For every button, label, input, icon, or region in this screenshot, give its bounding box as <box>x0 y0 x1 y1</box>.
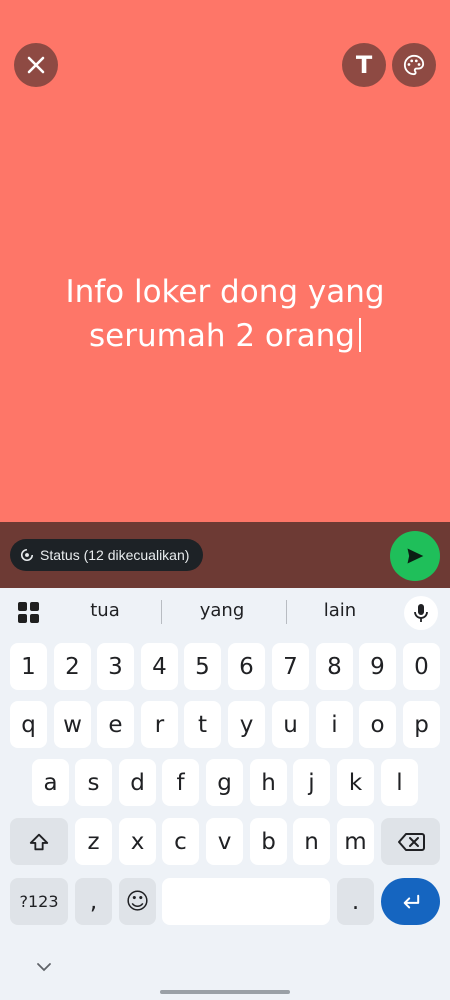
close-button[interactable] <box>14 43 58 87</box>
text-style-icon: T <box>355 51 373 79</box>
close-icon <box>27 56 45 74</box>
privacy-icon <box>20 548 34 562</box>
key-u[interactable]: u <box>272 701 309 748</box>
text-cursor <box>358 318 361 352</box>
send-icon <box>407 548 424 564</box>
backspace-icon <box>397 832 425 851</box>
key-b[interactable]: b <box>250 818 287 865</box>
key-j[interactable]: j <box>293 759 330 806</box>
enter-key[interactable] <box>381 878 440 925</box>
suggestion-divider <box>161 600 162 624</box>
key-o[interactable]: o <box>359 701 396 748</box>
palette-icon <box>403 54 425 76</box>
suggestion-divider <box>286 600 287 624</box>
status-audience-label: Status (12 dikecualikan) <box>40 547 190 563</box>
key-a[interactable]: a <box>32 759 69 806</box>
emoji-icon: ☺ <box>125 888 150 915</box>
key-1[interactable]: 1 <box>10 643 47 690</box>
key-h[interactable]: h <box>250 759 287 806</box>
comma-key[interactable]: , <box>75 878 112 925</box>
status-text-line1: Info loker dong yang <box>65 274 385 310</box>
symbols-key[interactable]: ?123 <box>10 878 68 925</box>
text-style-button[interactable]: T <box>342 43 386 87</box>
key-y[interactable]: y <box>228 701 265 748</box>
key-d[interactable]: d <box>119 759 156 806</box>
key-7[interactable]: 7 <box>272 643 309 690</box>
suggestion-1[interactable]: tua <box>70 600 140 624</box>
keyboard-menu-icon[interactable] <box>18 602 40 624</box>
microphone-icon <box>414 604 428 622</box>
key-c[interactable]: c <box>162 818 199 865</box>
status-audience-button[interactable]: Status (12 dikecualikan) <box>10 539 204 571</box>
period-key[interactable]: . <box>337 878 374 925</box>
key-n[interactable]: n <box>293 818 330 865</box>
key-5[interactable]: 5 <box>184 643 221 690</box>
key-8[interactable]: 8 <box>316 643 353 690</box>
send-button[interactable] <box>390 531 440 581</box>
key-q[interactable]: q <box>10 701 47 748</box>
key-w[interactable]: w <box>54 701 91 748</box>
status-canvas[interactable] <box>0 0 450 522</box>
key-l[interactable]: l <box>381 759 418 806</box>
key-z[interactable]: z <box>75 818 112 865</box>
hide-keyboard-chevron-icon[interactable] <box>36 962 52 972</box>
key-9[interactable]: 9 <box>359 643 396 690</box>
key-g[interactable]: g <box>206 759 243 806</box>
key-v[interactable]: v <box>206 818 243 865</box>
space-key[interactable] <box>162 878 330 925</box>
color-palette-button[interactable] <box>392 43 436 87</box>
suggestion-2[interactable]: yang <box>187 600 257 624</box>
status-text-line2: serumah 2 orang <box>89 318 355 354</box>
key-6[interactable]: 6 <box>228 643 265 690</box>
key-m[interactable]: m <box>337 818 374 865</box>
key-x[interactable]: x <box>119 818 156 865</box>
status-text-editor[interactable]: Info loker dong yang serumah 2 orang <box>40 270 410 358</box>
key-k[interactable]: k <box>337 759 374 806</box>
key-t[interactable]: t <box>184 701 221 748</box>
key-f[interactable]: f <box>162 759 199 806</box>
key-i[interactable]: i <box>316 701 353 748</box>
shift-icon <box>29 833 49 850</box>
key-p[interactable]: p <box>403 701 440 748</box>
key-r[interactable]: r <box>141 701 178 748</box>
key-s[interactable]: s <box>75 759 112 806</box>
key-0[interactable]: 0 <box>403 643 440 690</box>
emoji-key[interactable]: ☺ <box>119 878 156 925</box>
enter-icon <box>403 894 419 908</box>
key-4[interactable]: 4 <box>141 643 178 690</box>
suggestion-3[interactable]: lain <box>305 600 375 624</box>
backspace-key[interactable] <box>381 818 440 865</box>
key-3[interactable]: 3 <box>97 643 134 690</box>
shift-key[interactable] <box>10 818 68 865</box>
key-e[interactable]: e <box>97 701 134 748</box>
key-2[interactable]: 2 <box>54 643 91 690</box>
voice-input-button[interactable] <box>404 596 438 630</box>
gesture-nav-handle[interactable] <box>160 990 290 994</box>
